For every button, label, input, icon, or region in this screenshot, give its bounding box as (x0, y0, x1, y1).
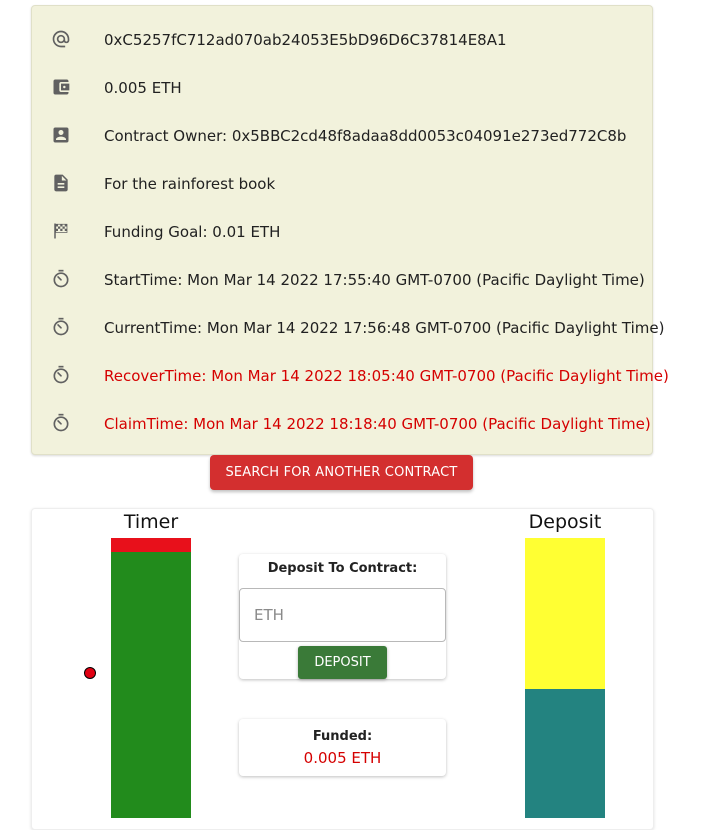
deposit-title: Deposit (528, 511, 602, 533)
recover-time: RecoverTime: Mon Mar 14 2022 18:05:40 GM… (104, 367, 669, 385)
current-time-row: CurrentTime: Mon Mar 14 2022 17:56:48 GM… (32, 304, 664, 352)
search-another-contract-button[interactable]: SEARCH FOR ANOTHER CONTRACT (210, 455, 473, 490)
current-time: CurrentTime: Mon Mar 14 2022 17:56:48 GM… (104, 319, 665, 337)
contract-balance: 0.005 ETH (104, 79, 182, 97)
funded-label: Funded: (312, 729, 373, 744)
description-row: For the rainforest book (32, 160, 652, 208)
funded-value: 0.005 ETH (303, 749, 382, 767)
balance-row: 0.005 ETH (32, 64, 652, 112)
timer-icon (50, 316, 72, 338)
account-box-icon (50, 124, 72, 146)
claim-time-row: ClaimTime: Mon Mar 14 2022 18:18:40 GMT-… (32, 400, 652, 448)
wallet-icon (50, 76, 72, 98)
deposit-form-card: Deposit To Contract: DEPOSIT (239, 554, 446, 679)
timer-elapsed-fill (111, 538, 191, 552)
contract-description: For the rainforest book (104, 175, 276, 193)
description-icon (50, 172, 72, 194)
timer-icon (50, 412, 72, 434)
deposit-funded-fill (525, 689, 605, 818)
timer-marker (84, 667, 96, 679)
contract-info-card: 0xC5257fC712ad070ab24053E5bD96D6C37814E8… (31, 5, 669, 455)
timer-gauge (111, 538, 191, 818)
recover-time-row: RecoverTime: Mon Mar 14 2022 18:05:40 GM… (32, 352, 669, 400)
checkered-flag-icon (50, 220, 72, 242)
owner-row: Contract Owner: 0x5BBC2cd48f8adaa8dd0053… (32, 112, 652, 160)
deposit-gauge (525, 538, 605, 818)
contract-owner: Contract Owner: 0x5BBC2cd48f8adaa8dd0053… (104, 127, 627, 145)
start-time: StartTime: Mon Mar 14 2022 17:55:40 GMT-… (104, 271, 645, 289)
funding-goal: Funding Goal: 0.01 ETH (104, 223, 281, 241)
at-icon (50, 28, 72, 50)
address-row: 0xC5257fC712ad070ab24053E5bD96D6C37814E8… (32, 16, 652, 64)
funding-goal-row: Funding Goal: 0.01 ETH (32, 208, 652, 256)
timer-icon (50, 268, 72, 290)
contract-address: 0xC5257fC712ad070ab24053E5bD96D6C37814E8… (104, 31, 507, 49)
start-time-row: StartTime: Mon Mar 14 2022 17:55:40 GMT-… (32, 256, 652, 304)
deposit-button[interactable]: DEPOSIT (298, 646, 387, 679)
eth-amount-input[interactable] (239, 588, 446, 642)
timer-icon (50, 364, 72, 386)
funded-card: Funded: 0.005 ETH (239, 719, 446, 776)
claim-time: ClaimTime: Mon Mar 14 2022 18:18:40 GMT-… (104, 415, 651, 433)
timer-title: Timer (123, 511, 179, 533)
deposit-form-title: Deposit To Contract: (267, 561, 418, 576)
contract-status-panel: Timer Deposit To Contract: DEPOSIT Funde… (31, 508, 654, 830)
